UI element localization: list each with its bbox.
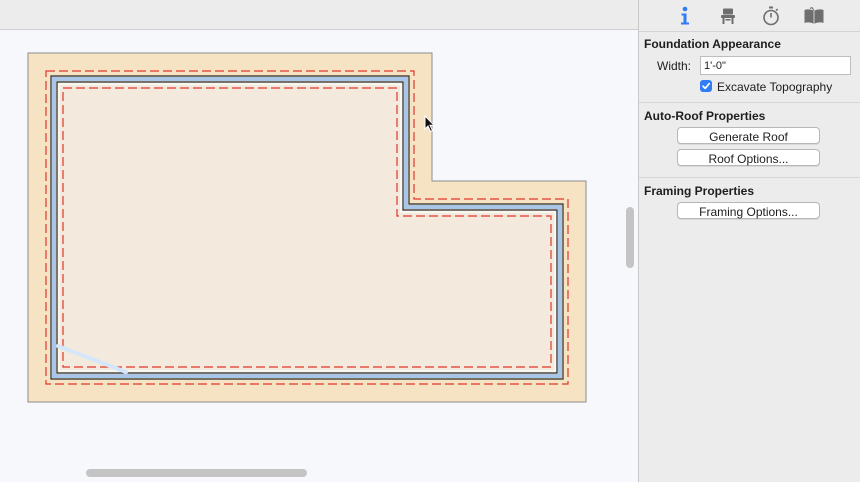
wall-inner-line (56, 81, 558, 374)
furniture-chair-icon (721, 8, 735, 24)
inspector-tabbar (639, 0, 860, 32)
inspector-panel: Foundation Appearance Width: Excavate To… (639, 0, 860, 482)
book-library-icon (804, 7, 824, 24)
framing-options-button[interactable]: Framing Options... (677, 202, 820, 219)
foundation-section-title: Foundation Appearance (644, 37, 781, 51)
tab-info[interactable] (671, 4, 699, 28)
tab-objects[interactable] (714, 4, 742, 28)
horizontal-scrollbar[interactable] (86, 469, 307, 477)
vertical-scrollbar[interactable] (626, 207, 634, 268)
mouse-pointer-icon (424, 115, 436, 133)
stopwatch-icon (763, 6, 779, 26)
width-label: Width: (657, 59, 692, 73)
framing-section-title: Framing Properties (644, 184, 755, 198)
roof-options-button[interactable]: Roof Options... (677, 149, 820, 166)
width-input[interactable] (700, 56, 851, 75)
section-separator (639, 102, 860, 103)
excavate-topography-label[interactable]: Excavate Topography (717, 80, 832, 94)
canvas-toolbar (0, 0, 638, 30)
excavate-topography-checkbox[interactable] (700, 80, 712, 92)
info-icon (681, 6, 689, 25)
section-separator (639, 177, 860, 178)
tab-library[interactable] (800, 4, 828, 28)
floor-plan-drawing[interactable] (0, 30, 638, 482)
drawing-canvas[interactable] (0, 30, 638, 482)
tab-history[interactable] (757, 4, 785, 28)
checkmark-icon (702, 82, 711, 90)
auto-roof-section-title: Auto-Roof Properties (644, 109, 766, 123)
generate-roof-button[interactable]: Generate Roof (677, 127, 820, 144)
